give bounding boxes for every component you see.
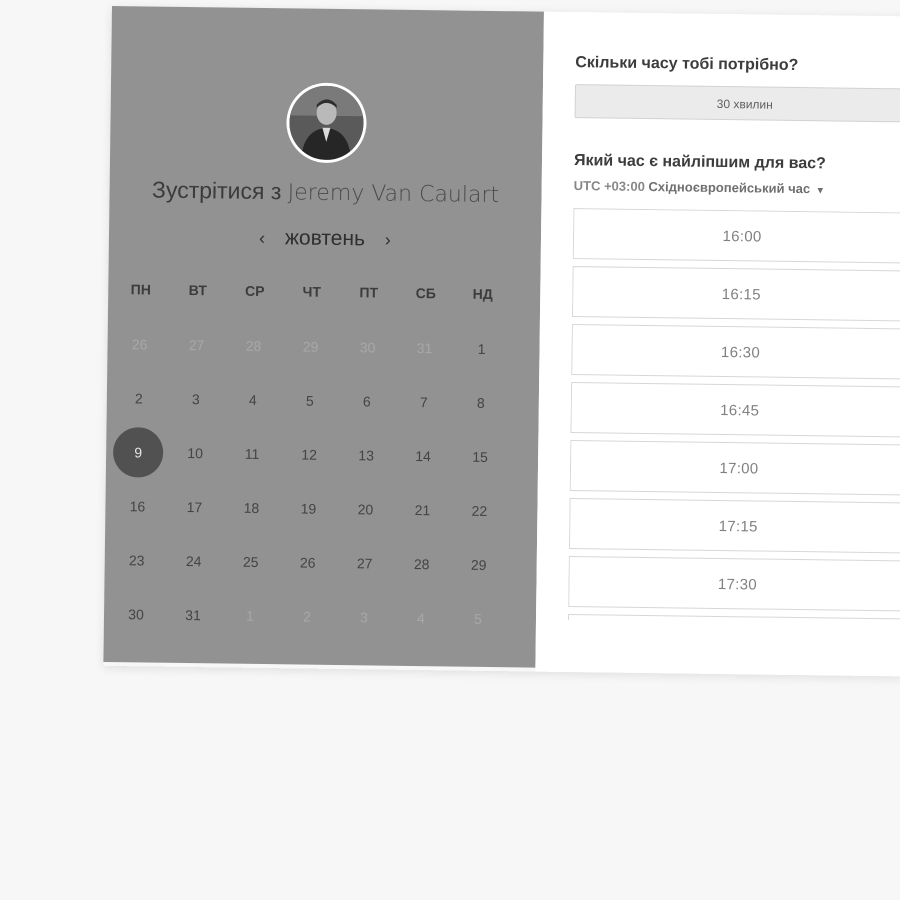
duration-select[interactable]: 30 хвилин (574, 84, 900, 123)
calendar-day: 3 (360, 609, 369, 626)
caret-down-icon: ▾ (817, 185, 823, 197)
time-slot-button[interactable]: 16:30 (571, 324, 900, 380)
calendar-panel: Зустрітися з Jeremy Van Caulart ‹ жовтен… (103, 6, 544, 668)
calendar-day[interactable]: 12 (284, 429, 335, 480)
calendar-day: 31 (416, 340, 433, 357)
calendar-day[interactable]: 5 (285, 375, 336, 426)
calendar-day[interactable]: 20 (340, 484, 391, 535)
timezone-selector[interactable]: UTC +03:00 Східноєвропейський час ▾ (574, 178, 823, 196)
calendar-day[interactable]: 31 (168, 590, 219, 641)
calendar-day[interactable]: 8 (456, 378, 507, 429)
duration-question: Скільки часу тобі потрібно? (575, 54, 799, 74)
calendar-day[interactable]: 21 (397, 485, 448, 536)
calendar-day[interactable]: 30 (111, 589, 162, 640)
calendar-day[interactable]: 1 (456, 324, 507, 375)
time-slot-button[interactable]: 16:45 (570, 382, 900, 438)
calendar-day[interactable]: 26 (282, 537, 333, 588)
timezone-name: Східноєвропейський час (648, 179, 811, 197)
calendar-day: 5 (473, 610, 483, 627)
calendar-day[interactable]: 17 (169, 482, 220, 533)
calendar-day[interactable]: 29 (453, 540, 504, 591)
calendar-day[interactable]: 15 (455, 432, 506, 483)
calendar-day[interactable]: 16 (112, 481, 163, 532)
calendar-day[interactable]: 27 (339, 538, 390, 589)
calendar-day[interactable]: 10 (170, 428, 221, 479)
scheduler-card: Зустрітися з Jeremy Van Caulart ‹ жовтен… (103, 6, 900, 677)
calendar-day[interactable]: 4 (228, 375, 279, 426)
calendar-day[interactable]: 22 (454, 486, 505, 537)
calendar-day: 30 (359, 339, 376, 356)
calendar-day[interactable]: 19 (283, 483, 334, 534)
calendar-day[interactable]: 28 (396, 539, 447, 590)
calendar-days-grid: 26 27 28 29 30 31 1 2 3 4 5 6 7 8 9 10 11 12 13 14 15 16 17 18 1… (103, 6, 544, 668)
calendar-day[interactable]: 2 (114, 373, 165, 424)
calendar-day: 2 (303, 608, 312, 625)
time-slot-button[interactable] (568, 614, 900, 625)
calendar-day[interactable]: 18 (226, 483, 277, 534)
time-slot-button[interactable]: 17:15 (568, 498, 900, 554)
calendar-day[interactable]: 6 (342, 376, 393, 427)
booking-panel: Скільки часу тобі потрібно? 30 хвилин Як… (535, 11, 900, 677)
calendar-day: 29 (302, 338, 319, 355)
calendar-day: 1 (246, 607, 255, 624)
calendar-day[interactable]: 24 (168, 536, 219, 587)
calendar-day[interactable]: 14 (398, 431, 449, 482)
calendar-day: 27 (188, 337, 205, 354)
calendar-day[interactable]: 25 (225, 537, 276, 588)
calendar-day[interactable]: 7 (399, 377, 450, 428)
time-slot-list[interactable]: 16:00 16:15 16:30 16:45 17:00 17:15 17:3… (568, 208, 900, 625)
calendar-day[interactable]: 13 (341, 430, 392, 481)
calendar-day[interactable]: 3 (171, 374, 222, 425)
calendar-day: 28 (245, 337, 262, 354)
time-slot-button[interactable]: 16:00 (572, 208, 900, 264)
timezone-offset: UTC +03:00 (573, 178, 645, 194)
calendar-day: 26 (131, 336, 148, 353)
calendar-day[interactable]: 9 (112, 427, 164, 478)
calendar-day[interactable]: 11 (227, 429, 278, 480)
calendar-day: 4 (417, 610, 426, 627)
time-slot-button[interactable]: 16:15 (571, 266, 900, 322)
time-question: Який час є найліпшим для вас? (573, 152, 826, 173)
time-slot-button[interactable]: 17:00 (569, 440, 900, 496)
calendar-day[interactable]: 23 (111, 535, 162, 586)
time-slot-button[interactable]: 17:30 (568, 556, 900, 612)
